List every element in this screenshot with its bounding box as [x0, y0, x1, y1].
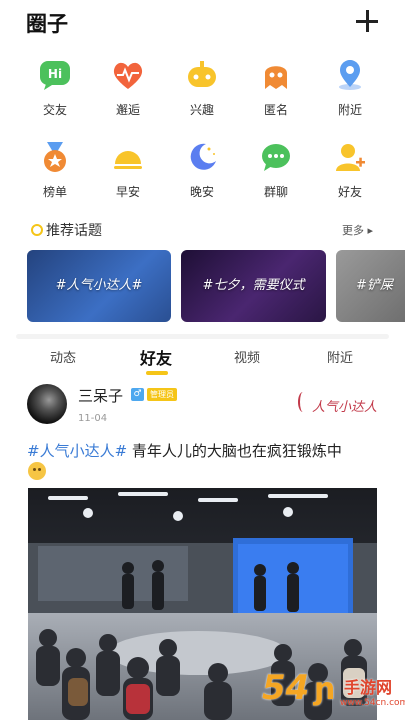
topic-card-title: #人气小达人#	[55, 278, 143, 293]
grid-item-label: 晚安	[189, 185, 214, 199]
more-link[interactable]: 更多 ▸	[342, 222, 373, 238]
grid-item-bangdan[interactable]: 榜单	[20, 140, 90, 200]
grid-item-label: 匿名	[263, 103, 288, 117]
heart-pulse-icon	[111, 58, 145, 92]
page-title: 圈子	[26, 12, 68, 36]
emoji-icon	[28, 462, 46, 480]
divider	[16, 334, 389, 339]
active-tab-indicator	[146, 371, 168, 375]
grid-item-jiaoyou[interactable]: Hi 交友	[20, 58, 90, 118]
tab-shipin[interactable]: 视频	[234, 347, 260, 366]
topic-card[interactable]: #七夕，需要仪式	[181, 250, 326, 322]
grid-item-qunliao[interactable]: 群聊	[241, 140, 311, 200]
topic-card-title: #七夕，需要仪式	[202, 278, 305, 293]
grid-item-label: 兴趣	[189, 103, 214, 117]
stamp-icon	[298, 392, 308, 412]
topic-card-title: #铲屎	[356, 278, 393, 293]
topic-card[interactable]: #人气小达人#	[27, 250, 171, 322]
watermark-logo-suffix: ɲ	[314, 672, 336, 707]
recommended-topics-header: 推荐话题 更多 ▸	[0, 218, 405, 242]
post-hashtag[interactable]: #人气小达人#	[27, 442, 127, 460]
watermark-url: www.54cn.com	[340, 698, 405, 708]
gamepad-icon	[185, 58, 219, 92]
grid-item-label: 群聊	[263, 185, 288, 199]
location-pin-icon	[333, 58, 367, 92]
add-icon[interactable]	[356, 10, 378, 32]
grid-item-fujin[interactable]: 附近	[315, 58, 385, 118]
section-title: 推荐话题	[46, 223, 102, 239]
grid-item-label: 早安	[115, 185, 140, 199]
grid-item-label: 附近	[337, 103, 362, 117]
grid-item-xingqu[interactable]: 兴趣	[167, 58, 237, 118]
grid-item-xiehou[interactable]: 邂逅	[93, 58, 163, 118]
tab-fujin[interactable]: 附近	[327, 347, 353, 366]
post-username[interactable]: 三呆子	[78, 385, 123, 406]
grid-item-niming[interactable]: 匿名	[241, 58, 311, 118]
hi-chat-icon: Hi	[38, 58, 72, 92]
group-chat-icon	[259, 140, 293, 174]
friend-icon	[333, 140, 367, 174]
watermark-site: 手游网	[344, 678, 393, 697]
site-watermark: 54 ɲ 手游网 www.54cn.com	[262, 668, 405, 718]
grid-item-zaoan[interactable]: 早安	[93, 140, 163, 200]
topic-stamp: 人气小达人	[312, 400, 378, 415]
medal-icon	[38, 140, 72, 174]
tab-haoyou[interactable]: 好友	[140, 345, 172, 369]
male-icon: ♂	[131, 388, 144, 401]
admin-badge: 管理员	[147, 388, 177, 401]
grid-item-label: 好友	[337, 185, 362, 199]
avatar[interactable]	[27, 384, 67, 424]
tab-dongtai[interactable]: 动态	[50, 347, 76, 366]
bullet-icon	[31, 224, 43, 236]
svg-text:Hi: Hi	[48, 67, 62, 81]
grid-item-haoyou[interactable]: 好友	[315, 140, 385, 200]
post-header: 三呆子 ♂ 管理员 11-04 人气小达人	[0, 380, 405, 430]
grid-item-label: 榜单	[42, 185, 67, 199]
watermark-logo: 54	[262, 668, 310, 708]
ghost-icon	[259, 58, 293, 92]
post-date: 11-04	[78, 413, 108, 424]
topic-card[interactable]: #铲屎	[336, 250, 405, 322]
grid-item-label: 交友	[42, 103, 67, 117]
grid-item-label: 邂逅	[115, 103, 140, 117]
feed-tabs: 动态 好友 视频 附近	[0, 342, 405, 375]
post-body: 青年人儿的大脑也在疯狂锻炼中	[127, 442, 342, 460]
post-text: #人气小达人# 青年人儿的大脑也在疯狂锻炼中	[27, 440, 382, 462]
top-bar: 圈子	[0, 0, 405, 46]
grid-item-wanan[interactable]: 晚安	[167, 140, 237, 200]
moon-icon	[185, 140, 219, 174]
sunrise-icon	[111, 140, 145, 174]
